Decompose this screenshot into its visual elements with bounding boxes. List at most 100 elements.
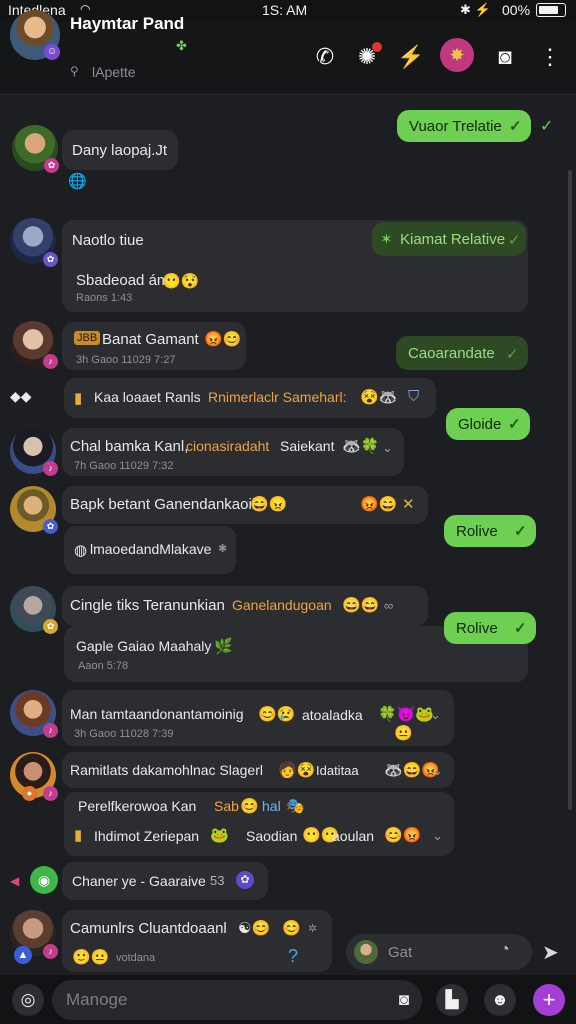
reply-placeholder: Gat: [388, 944, 413, 961]
outgoing-message[interactable]: Gloide ✓: [446, 408, 530, 440]
chevron-down-icon[interactable]: ⌄: [382, 440, 393, 456]
sparkle-icon: ✱: [218, 543, 228, 555]
document-icon[interactable]: ▙: [436, 984, 468, 1016]
incoming-message[interactable]: ◍ lmaoedandMlakave ✱: [64, 526, 236, 574]
emoji-icon: 😵🦝: [360, 389, 398, 406]
emoji-icon: 😊😢: [258, 706, 296, 723]
contact-badge-icon: ☺: [44, 44, 60, 60]
diamond-icon: ◆◆: [10, 388, 32, 404]
user-badge-icon: ✿: [43, 619, 58, 634]
delivered-icon: ✓: [540, 118, 554, 135]
gallery-icon[interactable]: ◙: [388, 984, 420, 1016]
message-text: Camunlrs Cluantdoaanl: [70, 920, 227, 937]
incoming-message[interactable]: Chaner ye - Gaaraive 53 ✿: [62, 862, 268, 900]
incoming-message[interactable]: JBB Banat Gamant 😡😊 3h Gaoo 11029 7:27: [62, 322, 246, 370]
more-icon[interactable]: ⋮: [535, 42, 565, 72]
highlight-text: Ganelandugoan: [232, 597, 332, 613]
search-icon: ⚲: [70, 64, 79, 78]
contact-status: lApette: [92, 64, 136, 80]
message-text: Cingle tiks Teranunkian: [70, 597, 225, 614]
shield-icon: ⛉: [408, 388, 420, 405]
message-text: Idatitaa: [316, 763, 359, 778]
camera-icon[interactable]: ◙: [490, 42, 520, 72]
message-text: Rolive: [456, 620, 498, 637]
message-text: Chal bamka Kanl,: [70, 438, 189, 455]
emoji-icon: 🎭: [286, 798, 305, 815]
quoted-reply[interactable]: ✶ Kiamat Relative ✓: [372, 222, 526, 256]
emoji-icon: 😊: [240, 798, 259, 815]
note-icon: ▮: [74, 390, 83, 407]
message-text: lmaoedandMlakave: [90, 541, 212, 557]
notification-dot: [372, 42, 382, 52]
message-text: Gaple Gaiao Maahaly: [76, 638, 212, 654]
scrollbar[interactable]: [568, 170, 572, 810]
incoming-message[interactable]: Cingle tiks Teranunkian Ganelandugoan 😄😄…: [62, 586, 428, 626]
highlight-text: Sab: [214, 798, 239, 814]
emoji-icon: 🍀😈🐸: [378, 706, 435, 723]
emoji-icon: 😡😊: [204, 331, 242, 348]
navigate-icon: ▲: [14, 946, 32, 964]
chevron-down-icon[interactable]: ⌄: [432, 828, 443, 844]
message-text: Vuaor Trelatie: [409, 118, 502, 135]
note-icon: ▮: [74, 827, 83, 844]
outgoing-message[interactable]: Rolive ✓: [444, 515, 536, 547]
incoming-message[interactable]: ▮ Kaa loaaet Ranls Rnimerlaclr Sameharl:…: [64, 378, 436, 418]
message-text: Ramitlats dakamohlnac Slagerl: [70, 762, 263, 778]
message-text: Bapk betant Ganendankaoii: [70, 496, 256, 513]
avatar: [354, 940, 378, 964]
battery-percent: 00%: [502, 2, 531, 18]
message-text: Man tamtaandonantamoinig: [70, 706, 244, 722]
group-icon: ◉: [30, 866, 58, 894]
clover-icon: ✤: [176, 38, 187, 53]
emoji-icon[interactable]: ✸: [440, 38, 474, 72]
emoji-icon: 😊: [282, 920, 301, 937]
camera-icon[interactable]: ◎: [12, 984, 44, 1016]
outgoing-message[interactable]: Rolive ✓: [444, 612, 536, 644]
message-text: Ihdimot Zeriepan: [94, 828, 200, 844]
user-badge-icon: ♪: [43, 723, 58, 738]
incoming-message[interactable]: Dany laopaj.Jt: [62, 130, 178, 170]
incoming-message[interactable]: Bapk betant Ganendankaoii 😄😠 😡😄 ✕: [62, 486, 428, 524]
emoji-icon: ☯😊: [238, 920, 271, 937]
read-check-icon: ✓: [508, 232, 521, 249]
user-badge-icon: ♪: [43, 354, 58, 369]
incoming-message[interactable]: Perelfkerowoa Kan Sab 😊 hal 🎭 ▮ Ihdimot …: [64, 792, 454, 856]
highlight-text: Rnimerlaclr Sameharl:: [208, 389, 347, 405]
chevron-down-icon[interactable]: ⌄: [432, 763, 443, 779]
emoji-icon[interactable]: ☻: [484, 984, 516, 1016]
link-icon: ∞: [384, 598, 394, 613]
emoji-icon: 😡😄: [360, 496, 398, 513]
incoming-message[interactable]: Chal bamka Kanl, cionasiradaht Saiekant …: [62, 428, 404, 476]
highlight-text: cionasiradaht: [186, 438, 270, 454]
outgoing-message[interactable]: Vuaor Trelatie ✓: [397, 110, 531, 142]
timestamp: Raons 1:43: [76, 292, 133, 304]
plus-icon[interactable]: +: [533, 984, 565, 1016]
chevron-down-icon[interactable]: ⌄: [430, 707, 441, 723]
incoming-message[interactable]: Man tamtaandonantamoinig 😊😢 atoaladka 🍀😈…: [62, 690, 454, 746]
send-icon[interactable]: ➤: [542, 940, 559, 965]
contact-name[interactable]: Haymtar Pand: [70, 14, 184, 34]
reply-field[interactable]: Gat ◔: [346, 934, 532, 970]
read-check-icon: ✓: [506, 346, 519, 363]
phone-icon[interactable]: ✆: [310, 42, 340, 72]
incoming-message[interactable]: Camunlrs Cluantdoaanl ☯😊 😊 ✲ 🙂😐 votdana …: [62, 910, 332, 972]
sticker-icon[interactable]: ◔: [500, 941, 510, 959]
emoji-icon: 😶😯: [162, 273, 200, 290]
message-subtext: votdana: [116, 952, 156, 964]
emoji-icon: 😐: [394, 725, 413, 742]
emoji-icon: 🐸: [210, 827, 229, 844]
quoted-text: Kiamat Relative: [400, 231, 506, 248]
read-check-icon: ✓: [508, 416, 521, 433]
help-icon[interactable]: ?: [288, 946, 298, 967]
user-badge-icon: ♪: [43, 461, 58, 476]
message-text: Banat Gamant: [102, 331, 199, 348]
message-text: aoulan: [332, 828, 375, 844]
lightning-icon[interactable]: ⚡: [396, 42, 426, 72]
incoming-message[interactable]: Ramitlats dakamohlnac Slagerl 🧑😵 Idatita…: [62, 752, 454, 788]
outgoing-message[interactable]: Caoarandate ✓: [396, 336, 528, 370]
battery-icon: [536, 3, 566, 17]
message-text: Dany laopaj.Jt: [72, 142, 168, 159]
reaction-icon: 🌐: [68, 173, 87, 190]
message-text: Kaa loaaet Ranls: [94, 389, 201, 405]
message-text: Saiekant: [280, 438, 335, 454]
